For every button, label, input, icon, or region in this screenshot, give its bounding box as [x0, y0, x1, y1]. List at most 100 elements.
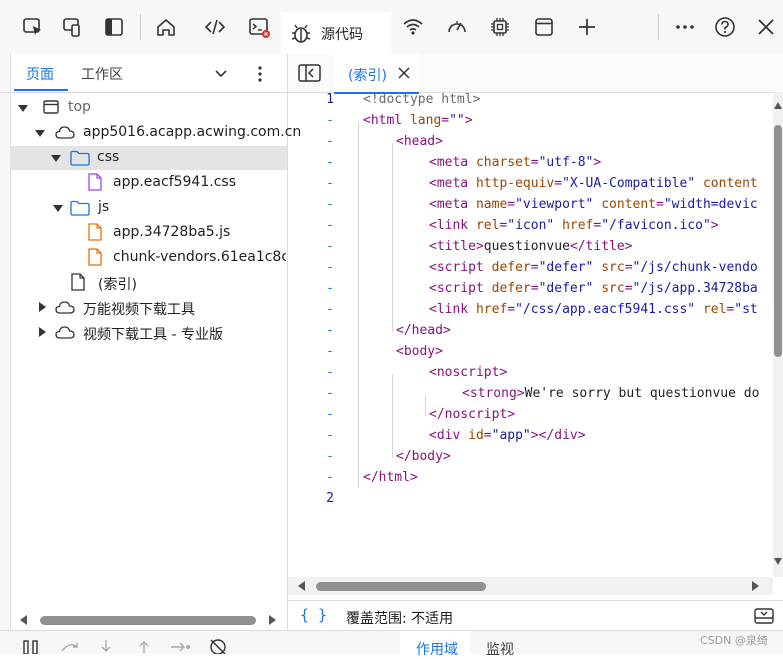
close-icon[interactable] — [753, 14, 779, 40]
tree-item-domain[interactable]: app5016.acapp.acwing.com.cn — [12, 121, 301, 145]
scroll-right-icon[interactable] — [268, 615, 276, 625]
line-number: - — [326, 344, 334, 359]
chevron-down-icon[interactable] — [213, 66, 229, 82]
dock-icon[interactable] — [101, 14, 127, 40]
toggle-navigator-icon[interactable] — [298, 64, 322, 82]
more-icon[interactable] — [672, 14, 698, 40]
step-icon[interactable] — [170, 639, 192, 654]
device-emulation-icon[interactable] — [59, 14, 85, 40]
tree-item-label: top — [68, 99, 91, 115]
home-icon[interactable] — [153, 14, 179, 40]
memory-chip-icon[interactable] — [487, 14, 513, 40]
code-line: - <meta name="viewport" content="width=de… — [288, 197, 773, 218]
wifi-icon[interactable] — [400, 14, 426, 40]
line-number: - — [326, 134, 334, 149]
code-line: - <script defer="defer" src="/js/chunk-ve… — [288, 260, 773, 281]
code-line: - <div id="app"></div> — [288, 428, 773, 449]
editor-tab-index[interactable]: (索引) — [334, 54, 419, 94]
step-over-icon[interactable] — [60, 639, 80, 654]
code-line: - <link rel="icon" href="/favicon.ico"> — [288, 218, 773, 239]
tree-item-js-file[interactable]: app.34728ba5.js — [12, 221, 286, 245]
scroll-left-icon[interactable] — [20, 615, 28, 625]
tree-item-label: css — [97, 149, 120, 165]
tree-item-css-file[interactable]: app.eacf5941.css — [12, 171, 286, 195]
editor-status-bar: { } 覆盖范围: 不适用 — [288, 600, 783, 631]
tab-page[interactable]: 页面 — [26, 64, 54, 84]
code-line: - </noscript> — [288, 407, 773, 428]
code-line: - <meta charset="utf-8"> — [288, 155, 773, 176]
line-number: - — [326, 281, 334, 296]
code-line: - <head> — [288, 134, 773, 155]
tree-item-extension[interactable]: 视频下载工具 - 专业版 — [12, 321, 286, 345]
navigator-scroll-thumb[interactable] — [40, 616, 256, 625]
scroll-left-icon[interactable] — [298, 581, 306, 591]
code-line: - </html> — [288, 470, 773, 491]
inspect-icon[interactable] — [20, 14, 46, 40]
tree-item-css-folder[interactable]: css — [10, 146, 287, 170]
folder-icon — [70, 200, 90, 216]
line-number: - — [326, 386, 334, 401]
code-line: - <script defer="defer" src="/js/app.3472… — [288, 281, 773, 302]
add-icon[interactable] — [574, 14, 600, 40]
application-window-icon[interactable] — [531, 14, 557, 40]
help-icon[interactable] — [712, 14, 738, 40]
bug-icon — [289, 21, 313, 45]
cloud-icon — [55, 301, 75, 314]
tab-scope[interactable]: 作用域 — [400, 631, 470, 658]
code-editor[interactable]: 1 <!doctype html> - <html lang=""> - <head>… — [288, 92, 773, 577]
tree-item-extension[interactable]: 万能视频下载工具 — [12, 296, 286, 320]
tree-item-label: app.34728ba5.js — [113, 224, 231, 240]
line-number: - — [326, 428, 334, 443]
line-number: - — [326, 449, 334, 464]
tab-workspace[interactable]: 工作区 — [81, 64, 123, 84]
elements-code-icon[interactable] — [202, 14, 228, 40]
console-icon[interactable] — [246, 14, 272, 40]
scroll-right-icon[interactable] — [751, 581, 759, 591]
line-number: - — [326, 197, 334, 212]
tree-item-label: js — [98, 199, 110, 215]
collapsed-triangle-icon[interactable] — [37, 302, 47, 312]
scroll-up-icon[interactable] — [774, 102, 782, 109]
close-tab-icon[interactable] — [398, 67, 410, 79]
tab-sources[interactable]: 源代码 — [281, 12, 391, 56]
editor-scroll-thumb-horizontal[interactable] — [316, 582, 486, 591]
code-line: - <noscript> — [288, 365, 773, 386]
tree-item-js-folder[interactable]: js — [12, 196, 286, 220]
pause-icon[interactable] — [22, 639, 40, 654]
code-line: 1 <!doctype html> — [288, 92, 773, 113]
more-vertical-icon[interactable] — [252, 65, 268, 83]
line-number: - — [326, 218, 334, 233]
code-line: 2 — [288, 491, 773, 512]
collapsed-triangle-icon[interactable] — [37, 327, 47, 337]
expanded-triangle-icon[interactable] — [35, 128, 45, 138]
line-number: - — [326, 113, 334, 128]
line-number: - — [326, 155, 334, 170]
tab-watch[interactable]: 监视 — [486, 639, 514, 659]
pretty-print-icon[interactable]: { } — [300, 606, 327, 624]
deactivate-breakpoints-icon[interactable] — [208, 637, 228, 654]
code-line: - <meta http-equiv="X-UA-Compatible" cont… — [288, 176, 773, 197]
expanded-triangle-icon[interactable] — [51, 153, 61, 163]
tree-item-js-file[interactable]: chunk-vendors.61ea1c8c.js — [12, 246, 286, 270]
expanded-triangle-icon[interactable] — [53, 203, 63, 213]
editor-scroll-thumb-vertical[interactable] — [774, 125, 782, 357]
tree-item-index[interactable]: (索引) — [12, 271, 286, 295]
step-into-icon[interactable] — [98, 639, 114, 654]
line-number: - — [326, 407, 334, 422]
scroll-down-icon[interactable] — [774, 558, 782, 565]
tree-item-top[interactable]: top — [12, 96, 286, 120]
step-out-icon[interactable] — [136, 639, 152, 654]
tree-item-label: 视频下载工具 - 专业版 — [83, 327, 223, 343]
tab-sources-label: 源代码 — [321, 27, 363, 43]
tab-page-underline — [14, 89, 68, 91]
show-drawer-icon[interactable] — [754, 608, 774, 624]
performance-gauge-icon[interactable] — [444, 14, 470, 40]
debugger-bar: 作用域 监视 CSDN @泉绮 — [0, 630, 783, 658]
expanded-triangle-icon[interactable] — [18, 103, 28, 113]
toolbar-divider — [140, 14, 141, 40]
tree-item-label: (索引) — [98, 277, 137, 293]
line-number: - — [326, 302, 334, 317]
code-line: - <html lang=""> — [288, 113, 773, 134]
folder-icon — [70, 150, 90, 166]
tree-item-label: app5016.acapp.acwing.com.cn — [83, 124, 302, 140]
